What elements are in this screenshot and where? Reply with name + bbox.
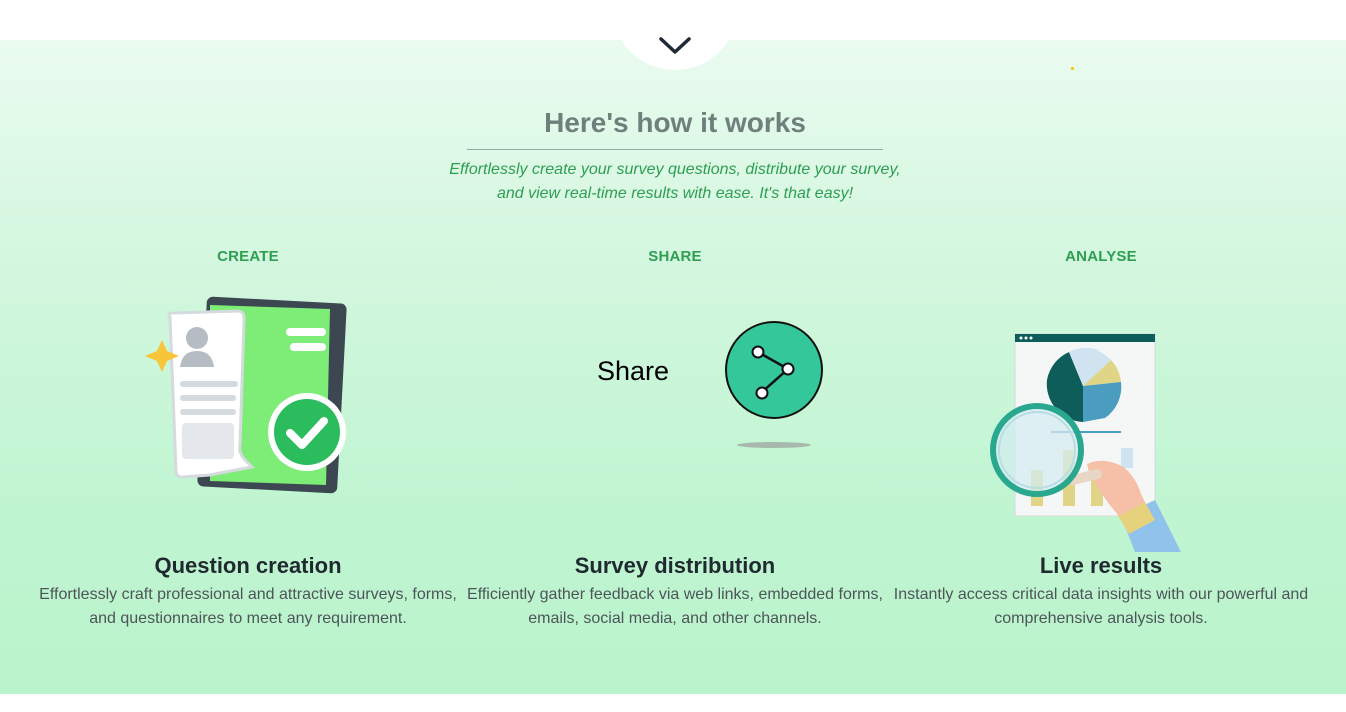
share-illustration-text: Share xyxy=(597,356,670,386)
chevron-down-icon xyxy=(659,37,691,54)
step-label: ANALYSE xyxy=(1065,248,1137,265)
step-description: Instantly access critical data insights … xyxy=(893,586,1309,627)
section-heading: Here's how it works xyxy=(544,107,806,138)
step-label: CREATE xyxy=(217,248,279,265)
decorative-dot xyxy=(1071,67,1074,70)
step-description: Effortlessly craft professional and attr… xyxy=(39,586,457,627)
step-title: Survey distribution xyxy=(574,553,776,578)
step-create: CREATE Question creation Effortlessly cr… xyxy=(38,248,458,627)
step-description: Efficiently gather feedback via web link… xyxy=(467,586,883,627)
heading-divider xyxy=(467,149,883,150)
document-check-icon xyxy=(145,296,347,494)
step-label: SHARE xyxy=(648,248,702,265)
step-share: SHARE Survey distribution Efficiently ga… xyxy=(465,248,885,627)
magnifier-chart-icon xyxy=(990,333,1181,552)
step-analyse: ANALYSE Live results Instantly access cr… xyxy=(891,248,1311,627)
section-subtitle: Effortlessly create your survey question… xyxy=(449,161,901,202)
share-icon xyxy=(725,321,823,448)
step-title: Question creation xyxy=(154,553,342,578)
step-title: Live results xyxy=(1039,553,1163,578)
